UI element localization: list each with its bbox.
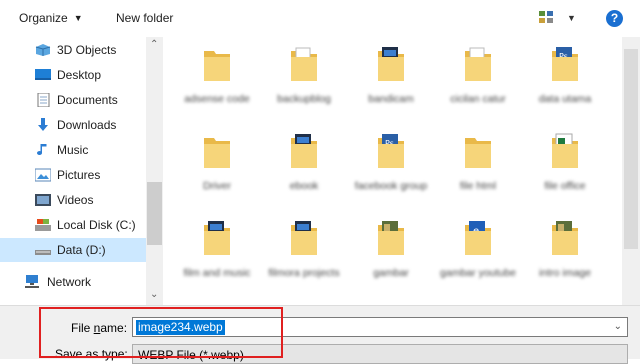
nav-item-music[interactable]: Music (0, 138, 146, 162)
folder-item[interactable]: file office (524, 124, 606, 210)
folder-item[interactable]: Driver (176, 124, 258, 210)
nav-item-label: Documents (57, 93, 118, 107)
folder-dark-icon (289, 219, 319, 257)
nav-item-3d-objects[interactable]: 3D Objects (0, 38, 146, 62)
folder-name: intro image (539, 267, 591, 279)
nav-item-pictures[interactable]: Pictures (0, 163, 146, 187)
scrollbar-thumb[interactable] (624, 49, 638, 249)
folder-item[interactable]: backupblog (263, 37, 345, 123)
navigation-pane: 3D Objects Desktop Documents Downloads Music… (0, 37, 164, 305)
folder-name: adsense code (184, 93, 250, 105)
nav-item-downloads[interactable]: Downloads (0, 113, 146, 137)
scroll-up-icon[interactable]: ⌃ (150, 39, 158, 50)
folder-name: film and music (183, 267, 251, 279)
folder-item[interactable]: filmora projects (263, 211, 345, 297)
scrollbar-thumb[interactable] (147, 182, 162, 245)
nav-item-desktop[interactable]: Desktop (0, 63, 146, 87)
toolbar: Organize ▼ New folder ▼ ? (0, 0, 640, 38)
folder-item[interactable]: e gambar youtube (437, 211, 519, 297)
file-list: adsense code backupblog bandicam cicilan ca… (164, 37, 622, 305)
folder-icon (463, 132, 493, 170)
3d-objects-icon (35, 43, 51, 57)
organize-button[interactable]: Organize ▼ (19, 11, 83, 25)
help-button[interactable]: ? (606, 10, 623, 27)
nav-item-network[interactable]: Network (0, 270, 146, 294)
nav-item-label: Network (47, 275, 92, 289)
file-list-scrollbar[interactable] (622, 37, 640, 305)
folder-icon (202, 45, 232, 83)
nav-item-label: Music (57, 143, 89, 157)
folder-name: facebook group (354, 180, 428, 192)
folder-dark-icon (202, 219, 232, 257)
folder-item[interactable]: Ps facebook group (350, 124, 432, 210)
save-type-value: WEBP File (*.webp) (138, 348, 244, 362)
file-name-value[interactable]: image234.webp (136, 320, 225, 335)
nav-item-label: Pictures (57, 168, 101, 182)
nav-item-label: Data (D:) (57, 243, 106, 257)
folder-docs-icon (463, 45, 493, 83)
scroll-down-icon[interactable]: ⌄ (150, 289, 158, 300)
downloads-icon (35, 118, 51, 132)
folder-item[interactable]: adsense code (176, 37, 258, 123)
nav-item-videos[interactable]: Videos (0, 188, 146, 212)
documents-icon (35, 92, 51, 108)
nav-item-data-d[interactable]: Data (D:) (0, 238, 146, 262)
folder-name: file html (459, 180, 497, 192)
folder-excel-icon (550, 132, 580, 170)
chevron-down-icon: ▼ (73, 13, 83, 23)
folder-item[interactable]: gambar (350, 211, 432, 297)
nav-item-documents[interactable]: Documents (0, 88, 146, 112)
folder-icon (202, 132, 232, 170)
file-name-input[interactable]: image234.webp ⌄ (132, 317, 628, 337)
folder-item[interactable]: film and music (176, 211, 258, 297)
local-disk-icon (35, 218, 51, 232)
nav-item-label: Videos (57, 193, 94, 207)
folder-item[interactable]: intro image (524, 211, 606, 297)
view-dropdown-icon[interactable]: ▼ (567, 13, 576, 23)
folder-item[interactable]: Ps data utama (524, 37, 606, 123)
nav-item-label: Downloads (57, 118, 117, 132)
folder-blue-icon: e (463, 219, 493, 257)
organize-label: Organize (19, 11, 68, 25)
chevron-down-icon[interactable]: ⌄ (614, 321, 622, 332)
folder-docs-icon (289, 45, 319, 83)
folder-dark-icon (289, 132, 319, 170)
folder-item[interactable]: bandicam (350, 37, 432, 123)
save-type-select[interactable]: WEBP File (*.webp) (132, 344, 628, 364)
nav-item-label: Desktop (57, 68, 102, 82)
new-folder-button[interactable]: New folder (116, 11, 173, 25)
navigation-scrollbar[interactable]: ⌃ ⌄ (146, 37, 163, 305)
folder-name: ebook (289, 180, 319, 192)
folder-item[interactable]: ebook (263, 124, 345, 210)
folder-name: Driver (203, 180, 231, 192)
folder-photoshop-icon: Ps (550, 45, 580, 83)
folder-dark-icon (376, 45, 406, 83)
folder-name: gambar (373, 267, 409, 279)
folder-name: filmora projects (268, 267, 340, 279)
folder-name: gambar youtube (440, 267, 516, 279)
nav-item-local-disk-c[interactable]: Local Disk (C:) (0, 213, 146, 237)
view-options-icon[interactable] (539, 11, 553, 24)
nav-item-label: 3D Objects (57, 43, 117, 57)
folder-name: backupblog (277, 93, 331, 105)
music-icon (35, 143, 51, 157)
folder-name: bandicam (368, 93, 414, 105)
nav-item-label: Local Disk (C:) (57, 218, 136, 232)
save-type-label: Save as type: (55, 347, 128, 361)
videos-icon (35, 193, 51, 207)
save-form: File name: image234.webp ⌄ Save as type:… (0, 305, 640, 364)
folder-photo-icon (550, 219, 580, 257)
desktop-icon (35, 68, 51, 82)
folder-photoshop-icon: Ps (376, 132, 406, 170)
drive-icon (35, 243, 51, 257)
folder-name: file office (544, 180, 586, 192)
folder-name: data utama (538, 93, 592, 105)
folder-photo-icon (376, 219, 406, 257)
file-name-label: File name: (71, 321, 128, 335)
folder-item[interactable]: cicilan catur (437, 37, 519, 123)
network-icon (24, 275, 40, 289)
folder-item[interactable]: file html (437, 124, 519, 210)
pictures-icon (34, 168, 52, 182)
folder-name: cicilan catur (450, 93, 506, 105)
